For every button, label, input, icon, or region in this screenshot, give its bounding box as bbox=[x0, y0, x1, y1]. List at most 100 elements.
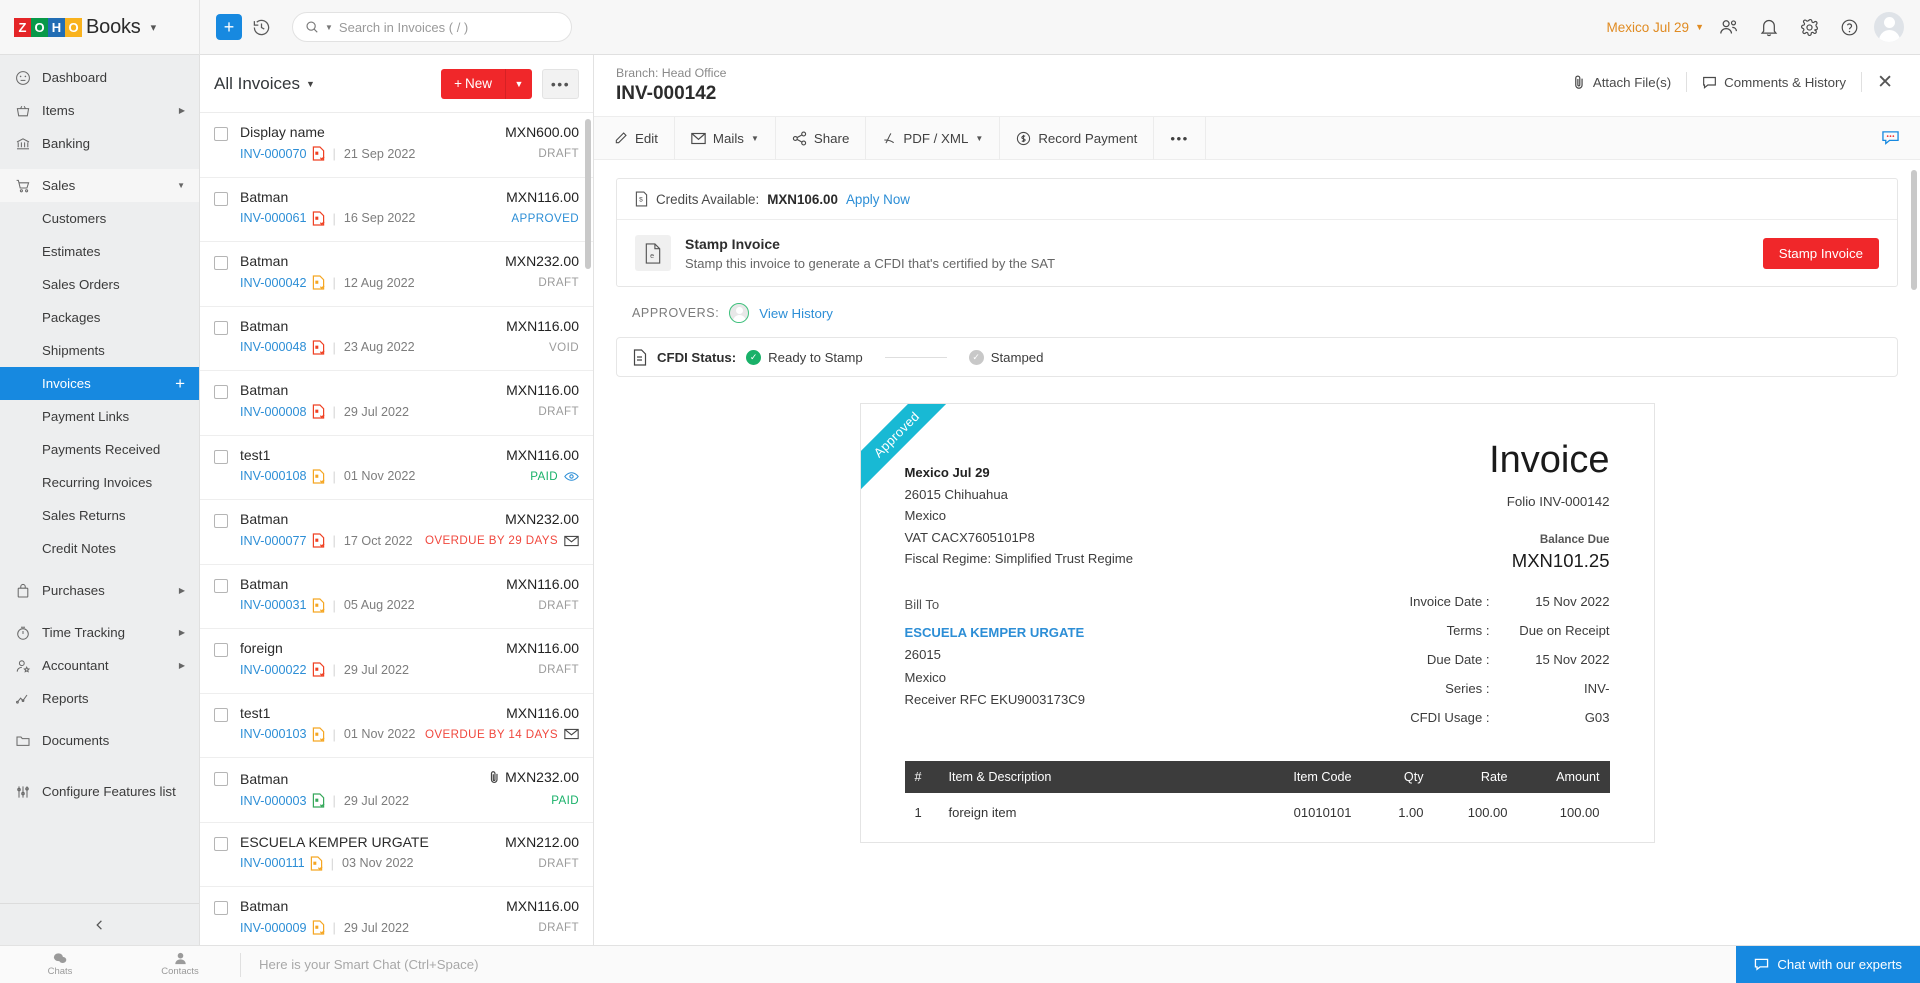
approver-avatar[interactable] bbox=[729, 303, 749, 323]
search-box[interactable]: ▼ bbox=[292, 12, 572, 42]
row-invoice-number[interactable]: INV-000022 bbox=[240, 663, 307, 677]
settings-gear-icon[interactable] bbox=[1794, 12, 1824, 42]
sidebar-item-payments-received[interactable]: Payments Received bbox=[0, 433, 199, 466]
users-icon[interactable] bbox=[1714, 12, 1744, 42]
list-filter-dropdown[interactable]: All Invoices ▼ bbox=[214, 74, 315, 94]
sidebar-item-credit-notes[interactable]: Credit Notes bbox=[0, 532, 199, 565]
row-invoice-number[interactable]: INV-000070 bbox=[240, 147, 307, 161]
detail-scrollbar[interactable] bbox=[1911, 170, 1917, 290]
view-history-link[interactable]: View History bbox=[759, 306, 833, 321]
sidebar-item-sales-orders[interactable]: Sales Orders bbox=[0, 268, 199, 301]
sidebar-item-documents[interactable]: Documents bbox=[0, 724, 199, 757]
row-invoice-number[interactable]: INV-000031 bbox=[240, 598, 307, 612]
sidebar-item-dashboard[interactable]: Dashboard bbox=[0, 61, 199, 94]
sidebar-item-banking[interactable]: Banking bbox=[0, 127, 199, 160]
row-checkbox[interactable] bbox=[214, 514, 228, 528]
detail-body[interactable]: $ Credits Available: MXN106.00 Apply Now… bbox=[594, 160, 1920, 945]
pdf-xml-button[interactable]: PDF / XML ▼ bbox=[866, 117, 1000, 160]
row-checkbox[interactable] bbox=[214, 321, 228, 335]
pdf-file-icon[interactable] bbox=[312, 469, 325, 484]
row-checkbox[interactable] bbox=[214, 837, 228, 851]
row-invoice-number[interactable]: INV-000108 bbox=[240, 469, 307, 483]
sidebar-item-sales[interactable]: Sales ▼ bbox=[0, 169, 199, 202]
help-icon[interactable] bbox=[1834, 12, 1864, 42]
toolbar-more-button[interactable]: ••• bbox=[1154, 117, 1205, 160]
row-invoice-number[interactable]: INV-000048 bbox=[240, 340, 307, 354]
new-dropdown-caret-icon[interactable]: ▼ bbox=[505, 69, 532, 99]
smart-chat-input[interactable]: Here is your Smart Chat (Ctrl+Space) bbox=[241, 957, 1736, 972]
sidebar-item-shipments[interactable]: Shipments bbox=[0, 334, 199, 367]
close-icon[interactable]: ✕ bbox=[1862, 73, 1898, 92]
create-new-button[interactable]: + bbox=[216, 14, 242, 40]
invoice-list[interactable]: Display nameMXN600.00INV-000070|21 Sep 2… bbox=[200, 113, 593, 945]
sidebar-item-recurring-invoices[interactable]: Recurring Invoices bbox=[0, 466, 199, 499]
sidebar-item-items[interactable]: Items ▶ bbox=[0, 94, 199, 127]
mails-button[interactable]: Mails ▼ bbox=[675, 117, 776, 160]
collapse-notes-icon[interactable] bbox=[1881, 130, 1920, 147]
row-checkbox[interactable] bbox=[214, 643, 228, 657]
apply-now-link[interactable]: Apply Now bbox=[846, 192, 910, 207]
row-checkbox[interactable] bbox=[214, 256, 228, 270]
pdf-file-icon[interactable] bbox=[312, 727, 325, 742]
invoice-list-row[interactable]: BatmanMXN116.00INV-000048|23 Aug 2022VOI… bbox=[200, 307, 593, 372]
sidebar-item-accountant[interactable]: Accountant ▶ bbox=[0, 649, 199, 682]
organization-switcher[interactable]: Mexico Jul 29 ▼ bbox=[1607, 20, 1704, 35]
sidebar-item-reports[interactable]: Reports bbox=[0, 682, 199, 715]
row-invoice-number[interactable]: INV-000077 bbox=[240, 534, 307, 548]
invoice-list-row[interactable]: BatmanMXN116.00INV-000061|16 Sep 2022APP… bbox=[200, 178, 593, 243]
sidebar-item-customers[interactable]: Customers bbox=[0, 202, 199, 235]
sidebar-item-estimates[interactable]: Estimates bbox=[0, 235, 199, 268]
add-invoice-icon[interactable]: + bbox=[175, 375, 185, 392]
pdf-file-icon[interactable] bbox=[312, 275, 325, 290]
record-payment-button[interactable]: Record Payment bbox=[1000, 117, 1154, 160]
invoice-list-row[interactable]: BatmanMXN116.00INV-000031|05 Aug 2022DRA… bbox=[200, 565, 593, 630]
new-invoice-button[interactable]: + New bbox=[441, 69, 505, 99]
row-invoice-number[interactable]: INV-000009 bbox=[240, 921, 307, 935]
chats-button[interactable]: Chats bbox=[0, 946, 120, 983]
row-checkbox[interactable] bbox=[214, 772, 228, 786]
pdf-file-icon[interactable] bbox=[312, 793, 325, 808]
sidebar-item-configure-features[interactable]: Configure Features list bbox=[0, 775, 199, 808]
invoice-list-row[interactable]: test1MXN116.00INV-000103|01 Nov 2022OVER… bbox=[200, 694, 593, 759]
recent-activity-icon[interactable] bbox=[246, 12, 276, 42]
row-checkbox[interactable] bbox=[214, 127, 228, 141]
search-input[interactable] bbox=[339, 20, 559, 35]
edit-button[interactable]: Edit bbox=[598, 117, 675, 160]
row-checkbox[interactable] bbox=[214, 385, 228, 399]
row-invoice-number[interactable]: INV-000008 bbox=[240, 405, 307, 419]
brand-area[interactable]: Z O H O Books ▾ bbox=[0, 0, 200, 55]
pdf-file-icon[interactable] bbox=[312, 920, 325, 935]
bill-to-customer[interactable]: ESCUELA KEMPER URGATE bbox=[905, 622, 1086, 644]
notifications-bell-icon[interactable] bbox=[1754, 12, 1784, 42]
attach-files-button[interactable]: Attach File(s) bbox=[1557, 74, 1686, 90]
row-checkbox[interactable] bbox=[214, 450, 228, 464]
row-invoice-number[interactable]: INV-000061 bbox=[240, 211, 307, 225]
pdf-file-icon[interactable] bbox=[312, 533, 325, 548]
row-invoice-number[interactable]: INV-000111 bbox=[240, 856, 305, 870]
sidebar-item-packages[interactable]: Packages bbox=[0, 301, 199, 334]
pdf-file-icon[interactable] bbox=[312, 146, 325, 161]
pdf-file-icon[interactable] bbox=[312, 662, 325, 677]
sidebar-collapse-button[interactable] bbox=[0, 903, 199, 945]
comments-history-button[interactable]: Comments & History bbox=[1687, 75, 1861, 90]
sidebar-item-time-tracking[interactable]: Time Tracking ▶ bbox=[0, 616, 199, 649]
chevron-down-icon[interactable]: ▾ bbox=[151, 21, 157, 34]
stamp-invoice-button[interactable]: Stamp Invoice bbox=[1763, 238, 1879, 269]
invoice-list-row[interactable]: Display nameMXN600.00INV-000070|21 Sep 2… bbox=[200, 113, 593, 178]
row-checkbox[interactable] bbox=[214, 579, 228, 593]
sidebar-item-purchases[interactable]: Purchases ▶ bbox=[0, 574, 199, 607]
profile-avatar[interactable] bbox=[1874, 12, 1904, 42]
list-scrollbar[interactable] bbox=[585, 119, 591, 269]
row-checkbox[interactable] bbox=[214, 708, 228, 722]
pdf-file-icon[interactable] bbox=[312, 404, 325, 419]
row-checkbox[interactable] bbox=[214, 192, 228, 206]
row-invoice-number[interactable]: INV-000042 bbox=[240, 276, 307, 290]
invoice-list-row[interactable]: test1MXN116.00INV-000108|01 Nov 2022PAID bbox=[200, 436, 593, 501]
invoice-list-row[interactable]: BatmanMXN232.00INV-000042|12 Aug 2022DRA… bbox=[200, 242, 593, 307]
pdf-file-icon[interactable] bbox=[310, 856, 323, 871]
sidebar-item-payment-links[interactable]: Payment Links bbox=[0, 400, 199, 433]
search-scope-caret-icon[interactable]: ▼ bbox=[325, 23, 333, 32]
invoice-list-row[interactable]: BatmanMXN232.00INV-000077|17 Oct 2022OVE… bbox=[200, 500, 593, 565]
invoice-list-row[interactable]: ESCUELA KEMPER URGATEMXN212.00INV-000111… bbox=[200, 823, 593, 888]
row-invoice-number[interactable]: INV-000003 bbox=[240, 794, 307, 808]
